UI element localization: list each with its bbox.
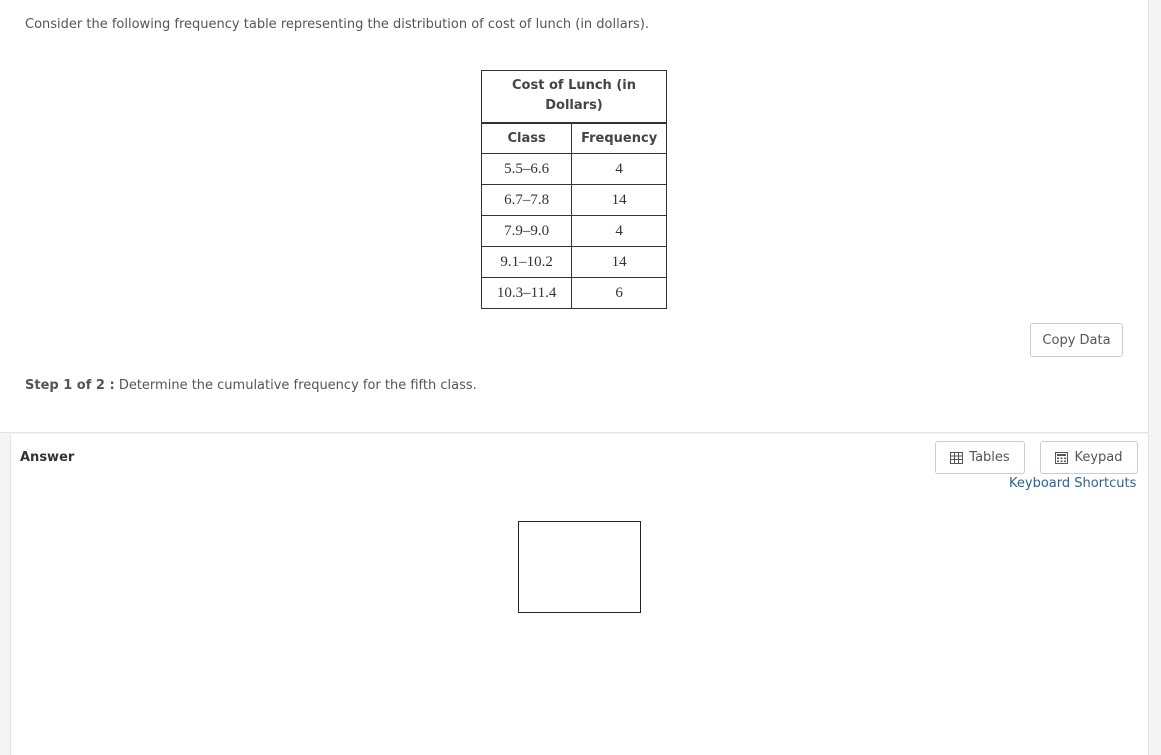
copy-data-button[interactable]: Copy Data — [1030, 323, 1123, 357]
frequency-cell: 6 — [571, 277, 667, 309]
table-row: 10.3–11.4 6 — [480, 277, 667, 309]
frequency-cell: 14 — [571, 184, 667, 216]
table-row: 7.9–9.0 4 — [480, 215, 667, 247]
table-row: 9.1–10.2 14 — [480, 246, 667, 278]
question-panel: Consider the following frequency table r… — [0, 0, 1149, 433]
frequency-cell: 4 — [571, 153, 667, 185]
table-row: 6.7–7.8 14 — [480, 184, 667, 216]
keypad-label: Keypad — [1074, 450, 1123, 465]
answer-label: Answer — [20, 450, 75, 465]
keyboard-shortcuts-link[interactable]: Keyboard Shortcuts — [1009, 476, 1136, 491]
keypad-button[interactable]: Keypad — [1040, 441, 1138, 474]
answer-input[interactable] — [518, 521, 641, 613]
table-caption: Cost of Lunch (in Dollars) — [481, 70, 667, 123]
question-text: Consider the following frequency table r… — [25, 17, 650, 32]
step-instruction: Step 1 of 2 : Determine the cumulative f… — [25, 378, 477, 393]
frequency-cell: 4 — [571, 215, 667, 247]
tables-button[interactable]: Tables — [935, 441, 1025, 474]
tables-label: Tables — [969, 450, 1010, 465]
table-icon — [950, 451, 964, 464]
class-cell: 6.7–7.8 — [480, 184, 573, 216]
frequency-table: Cost of Lunch (in Dollars) Class Frequen… — [480, 70, 667, 309]
table-row: 5.5–6.6 4 — [480, 153, 667, 185]
class-cell: 7.9–9.0 — [480, 215, 573, 247]
frequency-cell: 14 — [571, 246, 667, 278]
step-text: Determine the cumulative frequency for t… — [118, 378, 477, 393]
class-cell: 10.3–11.4 — [480, 277, 573, 309]
class-cell: 5.5–6.6 — [480, 153, 573, 185]
column-header-class: Class — [480, 121, 573, 154]
class-cell: 9.1–10.2 — [480, 246, 573, 278]
column-header-frequency: Frequency — [571, 121, 667, 154]
keypad-icon — [1055, 451, 1069, 464]
step-label: Step 1 of 2 : — [25, 378, 115, 393]
